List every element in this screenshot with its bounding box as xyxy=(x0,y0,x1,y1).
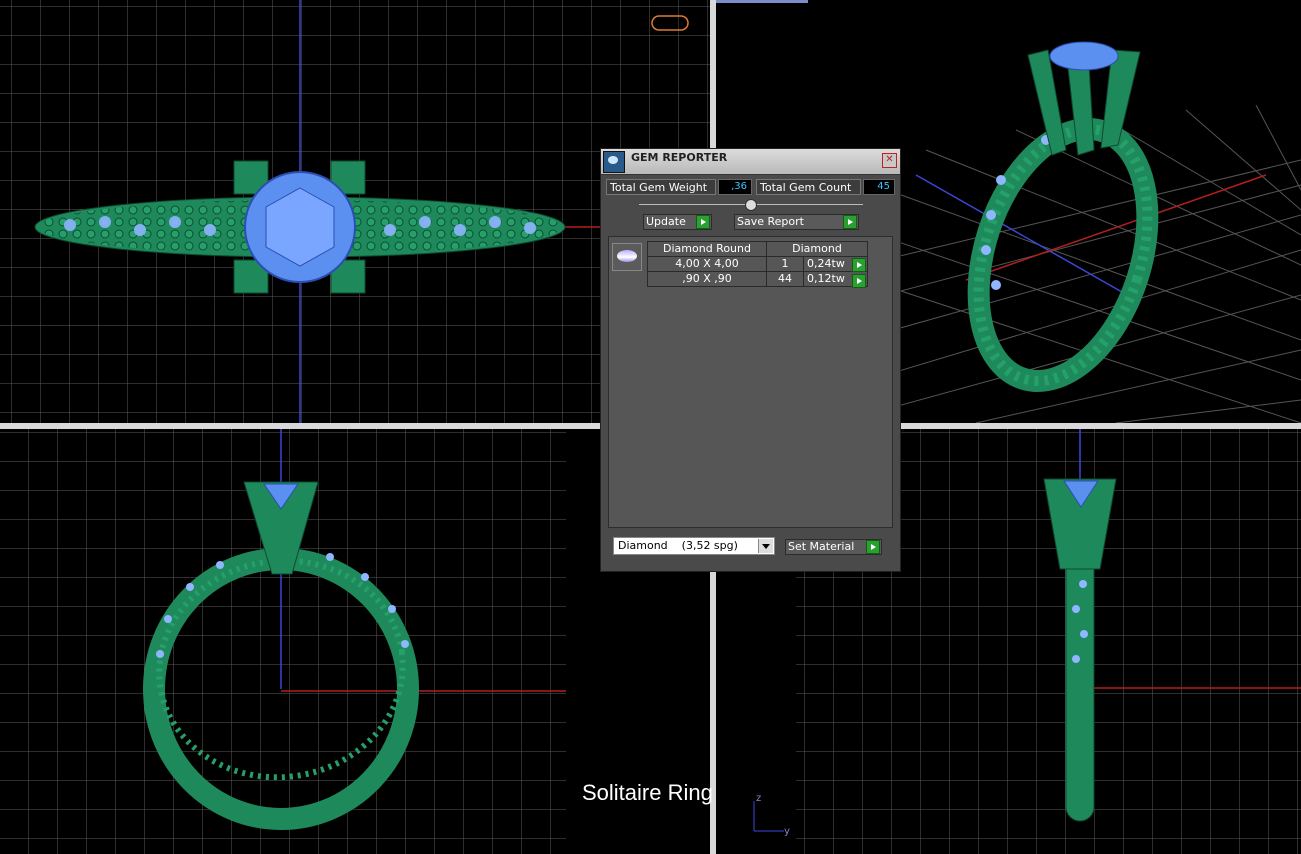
table-row[interactable]: ,90 X ,90 44 0,12tw xyxy=(647,271,868,287)
save-report-button-label: Save Report xyxy=(737,215,804,228)
center-gem-perspective xyxy=(1049,41,1119,71)
total-gem-count-label: Total Gem Count xyxy=(756,179,861,195)
gem-reporter-logo-icon xyxy=(603,151,625,173)
model-caption: Solitaire Ring xyxy=(582,780,713,805)
total-gem-weight-label: Total Gem Weight xyxy=(606,179,716,195)
total-gem-weight-value: ,36 xyxy=(718,179,752,195)
viewport-header-tab xyxy=(716,0,808,3)
dialog-title: GEM REPORTER xyxy=(631,151,728,164)
gem-table: Diamond Round Diamond 4,00 X 4,00 1 0,24… xyxy=(647,241,868,287)
diamond-round-icon xyxy=(612,243,642,271)
set-material-go-icon xyxy=(866,540,880,554)
collapse-arrow-icon[interactable] xyxy=(745,199,757,211)
set-material-button[interactable]: Set Material xyxy=(785,539,882,555)
material-select-value: Diamond (3,52 spg) xyxy=(618,539,738,552)
gem-list-panel: Diamond Round Diamond 4,00 X 4,00 1 0,24… xyxy=(608,236,893,528)
ring-band-end xyxy=(1065,538,1095,822)
gem-count: 44 xyxy=(765,271,805,287)
total-gem-count-value: 45 xyxy=(863,179,895,195)
gem-size: 4,00 X 4,00 xyxy=(647,256,767,272)
row-2-select-icon[interactable] xyxy=(852,274,866,288)
header-material: Diamond xyxy=(766,241,868,257)
row-1-select-icon[interactable] xyxy=(852,258,866,272)
set-material-button-label: Set Material xyxy=(788,540,855,553)
total-gem-count: Total Gem Count 45 xyxy=(756,179,896,195)
update-button[interactable]: Update xyxy=(643,214,712,230)
chevron-down-icon[interactable] xyxy=(758,539,773,553)
save-report-go-icon xyxy=(843,215,857,229)
close-icon[interactable]: ✕ xyxy=(882,153,897,168)
dialog-titlebar[interactable]: GEM REPORTER ✕ xyxy=(601,149,900,175)
axis-z-label: z xyxy=(756,793,761,804)
gem-size: ,90 X ,90 xyxy=(647,271,767,287)
header-shape: Diamond Round xyxy=(647,241,767,257)
gem-count: 1 xyxy=(765,256,805,272)
material-select[interactable]: Diamond (3,52 spg) xyxy=(613,537,775,555)
update-button-label: Update xyxy=(646,215,686,228)
update-go-icon xyxy=(696,215,710,229)
axis-y-label: y xyxy=(784,826,790,837)
save-report-button[interactable]: Save Report xyxy=(734,214,859,230)
table-row[interactable]: 4,00 X 4,00 1 0,24tw xyxy=(647,256,868,272)
total-gem-weight: Total Gem Weight ,36 xyxy=(606,179,753,195)
gem-table-header: Diamond Round Diamond xyxy=(647,241,868,257)
